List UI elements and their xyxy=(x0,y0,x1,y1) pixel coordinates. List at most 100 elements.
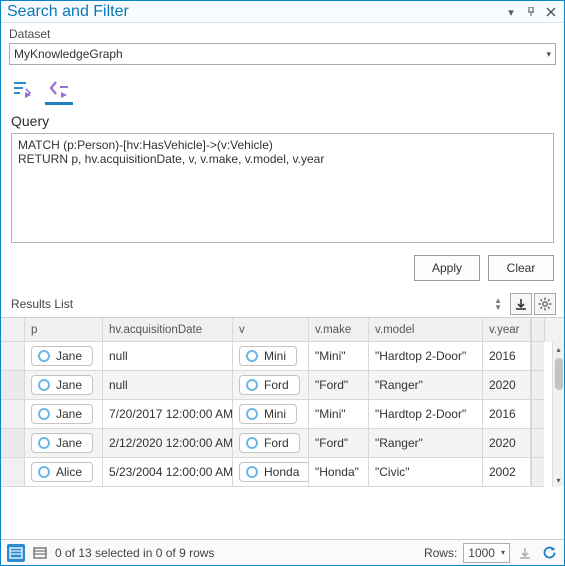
person-chip[interactable]: Jane xyxy=(31,404,93,424)
rows-outline-icon xyxy=(33,547,47,559)
chip-label: Mini xyxy=(264,349,286,363)
cell-year: 2016 xyxy=(483,400,531,429)
scroll-thumb[interactable] xyxy=(555,358,563,390)
statusbar: 0 of 13 selected in 0 of 9 rows Rows: 10… xyxy=(1,539,564,565)
view-all-rows-button[interactable] xyxy=(7,544,25,562)
col-year[interactable]: v.year xyxy=(483,318,531,342)
tab-visual-search[interactable] xyxy=(11,75,35,103)
scroll-gutter xyxy=(531,429,544,458)
rows-select[interactable]: 1000 ▾ xyxy=(463,543,510,563)
vertical-scrollbar[interactable]: ▴ ▾ xyxy=(552,342,564,487)
cell-p[interactable]: Jane xyxy=(25,342,103,371)
vehicle-chip[interactable]: Ford xyxy=(239,433,300,453)
person-chip[interactable]: Jane xyxy=(31,433,93,453)
apply-button[interactable]: Apply xyxy=(414,255,480,281)
settings-button[interactable] xyxy=(534,293,556,315)
scroll-down-icon[interactable]: ▾ xyxy=(553,473,564,487)
download-icon xyxy=(518,546,532,560)
scroll-header-stub xyxy=(531,318,545,342)
query-textarea[interactable]: MATCH (p:Person)-[hv:HasVehicle]->(v:Veh… xyxy=(11,133,554,243)
cell-acquisition-date: 5/23/2004 12:00:00 AM xyxy=(103,458,233,487)
vehicle-chip[interactable]: Mini xyxy=(239,346,297,366)
col-model[interactable]: v.model xyxy=(369,318,483,342)
cell-year: 2016 xyxy=(483,342,531,371)
chip-label: Jane xyxy=(56,378,82,392)
row-selector[interactable] xyxy=(1,400,25,429)
vehicle-chip[interactable]: Honda xyxy=(239,462,309,482)
cell-model: "Hardtop 2-Door" xyxy=(369,342,483,371)
row-selector[interactable] xyxy=(1,429,25,458)
cell-year: 2020 xyxy=(483,429,531,458)
person-chip[interactable]: Jane xyxy=(31,375,93,395)
person-chip[interactable]: Alice xyxy=(31,462,93,482)
cell-v[interactable]: Mini xyxy=(233,400,309,429)
entity-dot-icon xyxy=(246,350,258,362)
col-p[interactable]: p xyxy=(25,318,103,342)
person-chip[interactable]: Jane xyxy=(31,346,93,366)
cell-year: 2020 xyxy=(483,371,531,400)
dataset-select[interactable]: MyKnowledgeGraph ▾ xyxy=(9,43,556,65)
entity-dot-icon xyxy=(38,408,50,420)
vehicle-chip[interactable]: Ford xyxy=(239,375,300,395)
chip-label: Jane xyxy=(56,436,82,450)
entity-dot-icon xyxy=(246,466,258,478)
autohide-button[interactable] xyxy=(522,3,540,21)
expand-collapse-arrows[interactable]: ▲▼ xyxy=(494,297,502,311)
refresh-button[interactable] xyxy=(540,544,558,562)
chip-label: Ford xyxy=(264,436,289,450)
panel-title: Search and Filter xyxy=(7,3,500,21)
cell-p[interactable]: Jane xyxy=(25,429,103,458)
row-selector[interactable] xyxy=(1,371,25,400)
cell-make: "Mini" xyxy=(309,342,369,371)
row-selector[interactable] xyxy=(1,458,25,487)
search-and-filter-window: Search and Filter ▾ Dataset MyKnowledgeG… xyxy=(0,0,565,566)
cell-model: "Civic" xyxy=(369,458,483,487)
close-icon xyxy=(546,7,556,17)
col-acquisition-date[interactable]: hv.acquisitionDate xyxy=(103,318,233,342)
vehicle-chip[interactable]: Mini xyxy=(239,404,297,424)
entity-dot-icon xyxy=(246,408,258,420)
cell-model: "Hardtop 2-Door" xyxy=(369,400,483,429)
cell-acquisition-date: 7/20/2017 12:00:00 AM xyxy=(103,400,233,429)
cell-acquisition-date: null xyxy=(103,342,233,371)
cell-p[interactable]: Jane xyxy=(25,400,103,429)
cell-p[interactable]: Alice xyxy=(25,458,103,487)
results-header: Results List ▲▼ xyxy=(1,293,564,317)
titlebar: Search and Filter ▾ xyxy=(1,1,564,23)
download-results-button[interactable] xyxy=(516,544,534,562)
chip-label: Alice xyxy=(56,465,82,479)
cell-v[interactable]: Ford xyxy=(233,371,309,400)
export-button[interactable] xyxy=(510,293,532,315)
cell-model: "Ranger" xyxy=(369,371,483,400)
cell-v[interactable]: Honda xyxy=(233,458,309,487)
cell-make: "Ford" xyxy=(309,371,369,400)
close-button[interactable] xyxy=(542,3,560,21)
row-selector[interactable] xyxy=(1,342,25,371)
results-table: p hv.acquisitionDate v v.make v.model v.… xyxy=(1,317,564,539)
cell-v[interactable]: Ford xyxy=(233,429,309,458)
cell-acquisition-date: 2/12/2020 12:00:00 AM xyxy=(103,429,233,458)
cell-make: "Ford" xyxy=(309,429,369,458)
rows-value: 1000 xyxy=(468,546,495,560)
entity-dot-icon xyxy=(38,379,50,391)
query-button-row: Apply Clear xyxy=(1,243,564,291)
rows-label: Rows: xyxy=(424,546,457,560)
dataset-value: MyKnowledgeGraph xyxy=(14,47,123,61)
scroll-gutter xyxy=(531,400,544,429)
cell-make: "Mini" xyxy=(309,400,369,429)
clear-button[interactable]: Clear xyxy=(488,255,554,281)
tab-query-text[interactable] xyxy=(47,75,71,103)
cell-p[interactable]: Jane xyxy=(25,371,103,400)
cell-v[interactable]: Mini xyxy=(233,342,309,371)
chip-label: Honda xyxy=(264,465,299,479)
cell-year: 2002 xyxy=(483,458,531,487)
view-selected-rows-button[interactable] xyxy=(31,544,49,562)
scroll-up-icon[interactable]: ▴ xyxy=(553,342,564,356)
col-v[interactable]: v xyxy=(233,318,309,342)
col-make[interactable]: v.make xyxy=(309,318,369,342)
chevron-down-icon: ▾ xyxy=(501,548,505,557)
pin-icon xyxy=(526,7,536,17)
entity-dot-icon xyxy=(38,350,50,362)
dropdown-menu-button[interactable]: ▾ xyxy=(502,3,520,21)
dataset-label: Dataset xyxy=(9,27,556,41)
